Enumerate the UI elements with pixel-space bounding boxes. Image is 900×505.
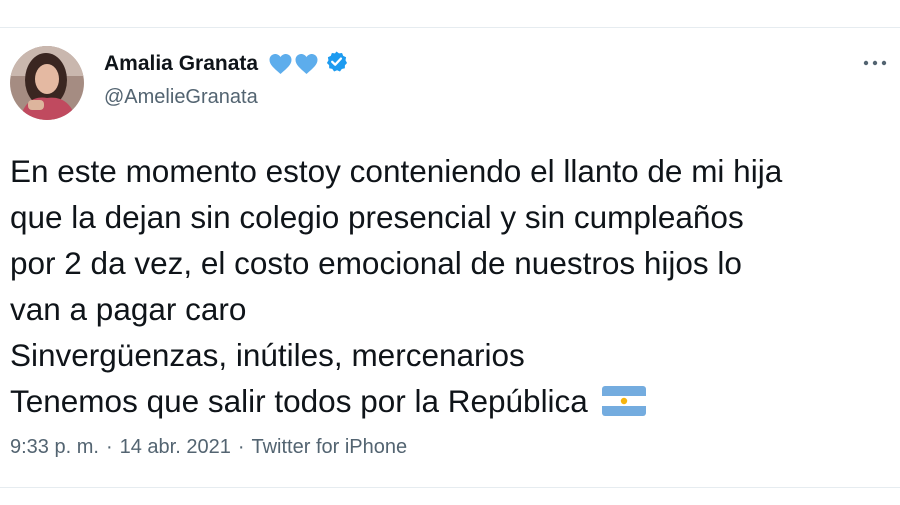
tweet-line: que la dejan sin colegio presencial y si… (10, 199, 744, 235)
tweet-line: En este momento estoy conteniendo el lla… (10, 153, 783, 189)
tweet-text: En este momento estoy conteniendo el lla… (10, 148, 890, 428)
verified-badge-icon (325, 50, 348, 78)
tweet-date[interactable]: 14 abr. 2021 (120, 436, 231, 459)
tweet-source[interactable]: Twitter for iPhone (252, 436, 408, 459)
blue-heart-icon (295, 54, 318, 74)
blue-heart-icon (269, 54, 292, 74)
tweet-line-with-flag: Tenemos que salir todos por la República (10, 378, 890, 428)
author-name[interactable]: Amalia Granata (104, 52, 258, 76)
bottom-divider (0, 487, 900, 488)
avatar-image (10, 46, 84, 120)
name-emojis (268, 53, 319, 75)
meta-separator: · (237, 436, 245, 458)
tweet-line: van a pagar caro (10, 291, 247, 327)
author-handle[interactable]: @AmelieGranata (104, 86, 258, 109)
tweet-line: por 2 da vez, el costo emocional de nues… (10, 245, 742, 281)
avatar[interactable] (10, 46, 84, 120)
argentina-flag-icon (601, 382, 646, 428)
tweet-time[interactable]: 9:33 p. m. (10, 436, 99, 459)
more-options-icon[interactable] (860, 51, 890, 75)
tweet-line: Sinvergüenzas, inútiles, mercenarios (10, 337, 525, 373)
tweet-line: Tenemos que salir todos por la República (10, 383, 588, 419)
meta-separator: · (105, 436, 113, 458)
top-divider (0, 27, 900, 28)
tweet-meta: 9:33 p. m. · 14 abr. 2021 · Twitter for … (10, 436, 407, 459)
